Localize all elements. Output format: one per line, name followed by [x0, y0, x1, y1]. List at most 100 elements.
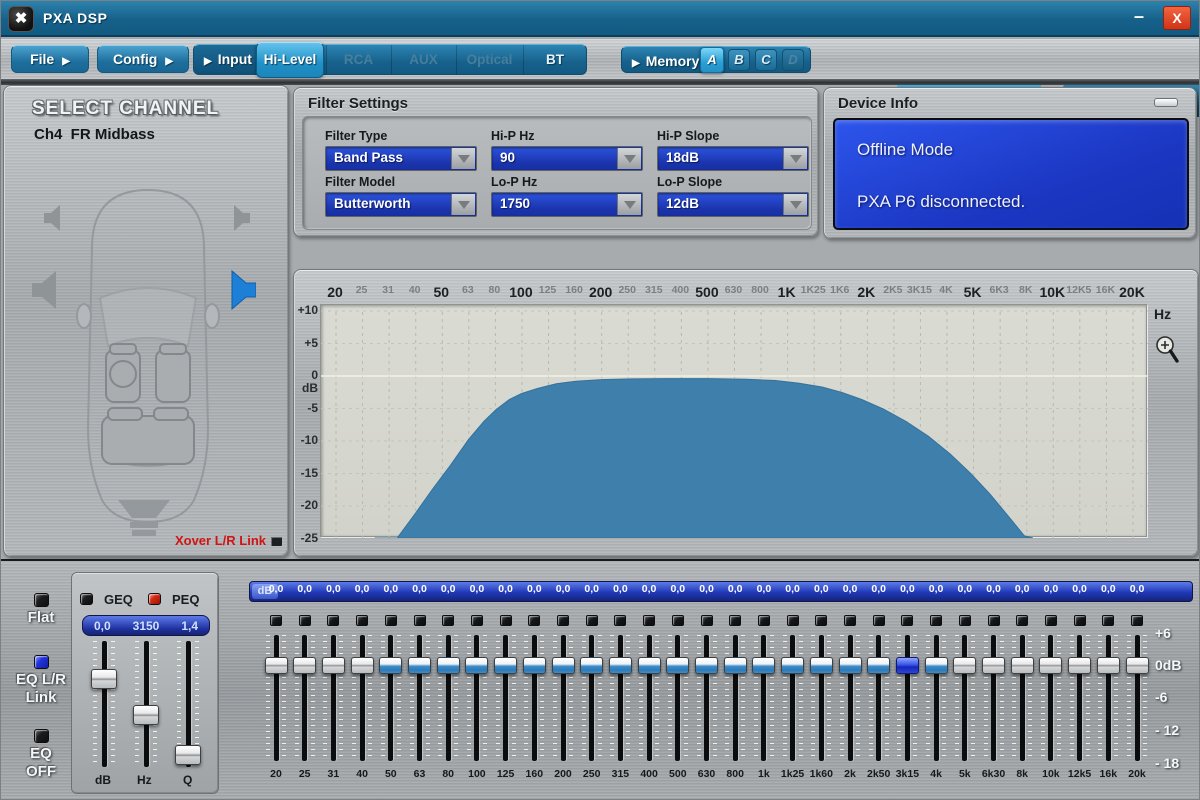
speaker-subwoofer[interactable] [116, 498, 172, 538]
q-mini-slider-handle[interactable] [175, 745, 201, 765]
eq-band-button[interactable] [1045, 615, 1057, 626]
frequency-mini-slider[interactable] [135, 641, 157, 767]
hip-hz-select[interactable]: 90 [491, 146, 643, 171]
eq-band-slider[interactable] [754, 635, 774, 761]
eq-band-slider-handle[interactable] [322, 657, 345, 674]
eq-band-slider[interactable] [668, 635, 688, 761]
eq-band-button[interactable] [1074, 615, 1086, 626]
eq-band-slider-handle[interactable] [695, 657, 718, 674]
eq-band-slider[interactable] [955, 635, 975, 761]
eq-band-slider-handle[interactable] [638, 657, 661, 674]
eq-band-slider-handle[interactable] [982, 657, 1005, 674]
eq-band-slider[interactable] [524, 635, 544, 761]
minimize-button[interactable]: – [1127, 5, 1151, 29]
eq-band-button[interactable] [1102, 615, 1114, 626]
eq-band-button[interactable] [327, 615, 339, 626]
lop-hz-select[interactable]: 1750 [491, 192, 643, 217]
speaker-front-right-tweeter[interactable] [232, 204, 250, 232]
eq-band-slider[interactable] [697, 635, 717, 761]
dropdown-arrow-icon[interactable] [451, 194, 475, 215]
eq-band-slider-handle[interactable] [351, 657, 374, 674]
eq-band-slider[interactable] [496, 635, 516, 761]
eq-band-button[interactable] [557, 615, 569, 626]
q-mini-slider[interactable] [177, 641, 199, 767]
eq-band-slider[interactable] [897, 635, 917, 761]
eq-band-slider-handle[interactable] [437, 657, 460, 674]
eq-band-button[interactable] [901, 615, 913, 626]
flat-button[interactable] [34, 593, 49, 607]
eq-band-slider-handle[interactable] [1068, 657, 1091, 674]
hip-slope-select[interactable]: 18dB [657, 146, 809, 171]
eq-band-button[interactable] [643, 615, 655, 626]
eq-band-slider[interactable] [725, 635, 745, 761]
eq-band-button[interactable] [385, 615, 397, 626]
input-tab-rca[interactable]: RCA [326, 45, 390, 74]
eq-band-slider[interactable] [1127, 635, 1147, 761]
eq-band-slider[interactable] [553, 635, 573, 761]
eq-band-slider[interactable] [352, 635, 372, 761]
eq-band-slider-handle[interactable] [408, 657, 431, 674]
eq-band-button[interactable] [356, 615, 368, 626]
input-tab-hi-level[interactable]: Hi-Level [256, 42, 324, 78]
geq-button[interactable] [80, 593, 93, 605]
eq-band-slider-handle[interactable] [1097, 657, 1120, 674]
eq-band-slider-handle[interactable] [752, 657, 775, 674]
memory-slot-c[interactable]: C [755, 49, 777, 71]
eq-band-slider[interactable] [984, 635, 1004, 761]
close-button[interactable]: X [1163, 6, 1191, 30]
eq-band-slider-handle[interactable] [465, 657, 488, 674]
eq-band-slider[interactable] [1098, 635, 1118, 761]
eq-band-button[interactable] [844, 615, 856, 626]
speaker-front-right-midbass-active[interactable] [230, 270, 256, 310]
eq-band-slider[interactable] [869, 635, 889, 761]
gain-mini-slider-handle[interactable] [91, 669, 117, 689]
eq-band-button[interactable] [1016, 615, 1028, 626]
eq-band-slider-handle[interactable] [609, 657, 632, 674]
input-tab-bt[interactable]: BT [523, 45, 586, 74]
eq-band-slider[interactable] [438, 635, 458, 761]
file-menu-button[interactable]: File▶ [11, 45, 89, 73]
zoom-magnifier-icon[interactable] [1154, 334, 1180, 364]
dropdown-arrow-icon[interactable] [451, 148, 475, 169]
eq-band-button[interactable] [442, 615, 454, 626]
collapse-icon[interactable] [1154, 98, 1178, 107]
memory-slot-b[interactable]: B [728, 49, 750, 71]
input-tab-aux[interactable]: AUX [391, 45, 455, 74]
eq-band-button[interactable] [672, 615, 684, 626]
eq-band-slider-handle[interactable] [1126, 657, 1149, 674]
eq-band-button[interactable] [873, 615, 885, 626]
frequency-response-plot[interactable] [320, 304, 1147, 537]
filter-model-select[interactable]: Butterworth [325, 192, 477, 217]
eq-band-slider-handle[interactable] [896, 657, 919, 674]
eq-band-slider[interactable] [295, 635, 315, 761]
memory-slot-a[interactable]: A [700, 47, 724, 73]
input-tab-optical[interactable]: Optical [456, 45, 522, 74]
eq-band-button[interactable] [528, 615, 540, 626]
eq-band-button[interactable] [614, 615, 626, 626]
xover-lr-link-icon[interactable] [271, 537, 282, 546]
filter-type-select[interactable]: Band Pass [325, 146, 477, 171]
eq-band-slider[interactable] [381, 635, 401, 761]
eq-band-slider[interactable] [1070, 635, 1090, 761]
eq-band-slider-handle[interactable] [293, 657, 316, 674]
speaker-front-left-tweeter[interactable] [44, 204, 62, 232]
eq-band-slider-handle[interactable] [810, 657, 833, 674]
eq-band-slider[interactable] [467, 635, 487, 761]
memory-slot-d[interactable]: D [782, 49, 804, 71]
eq-band-button[interactable] [701, 615, 713, 626]
eq-band-button[interactable] [729, 615, 741, 626]
eq-lr-link-button[interactable] [34, 655, 49, 669]
dropdown-arrow-icon[interactable] [783, 194, 807, 215]
eq-band-slider-handle[interactable] [580, 657, 603, 674]
xover-lr-link-label[interactable]: Xover L/R Link [175, 533, 266, 548]
frequency-mini-slider-handle[interactable] [133, 705, 159, 725]
eq-band-slider-handle[interactable] [666, 657, 689, 674]
eq-band-slider-handle[interactable] [839, 657, 862, 674]
eq-band-button[interactable] [988, 615, 1000, 626]
eq-band-button[interactable] [758, 615, 770, 626]
eq-band-slider-handle[interactable] [1039, 657, 1062, 674]
eq-band-slider[interactable] [811, 635, 831, 761]
eq-band-slider-handle[interactable] [523, 657, 546, 674]
eq-band-slider[interactable] [840, 635, 860, 761]
config-menu-button[interactable]: Config▶ [97, 45, 189, 73]
